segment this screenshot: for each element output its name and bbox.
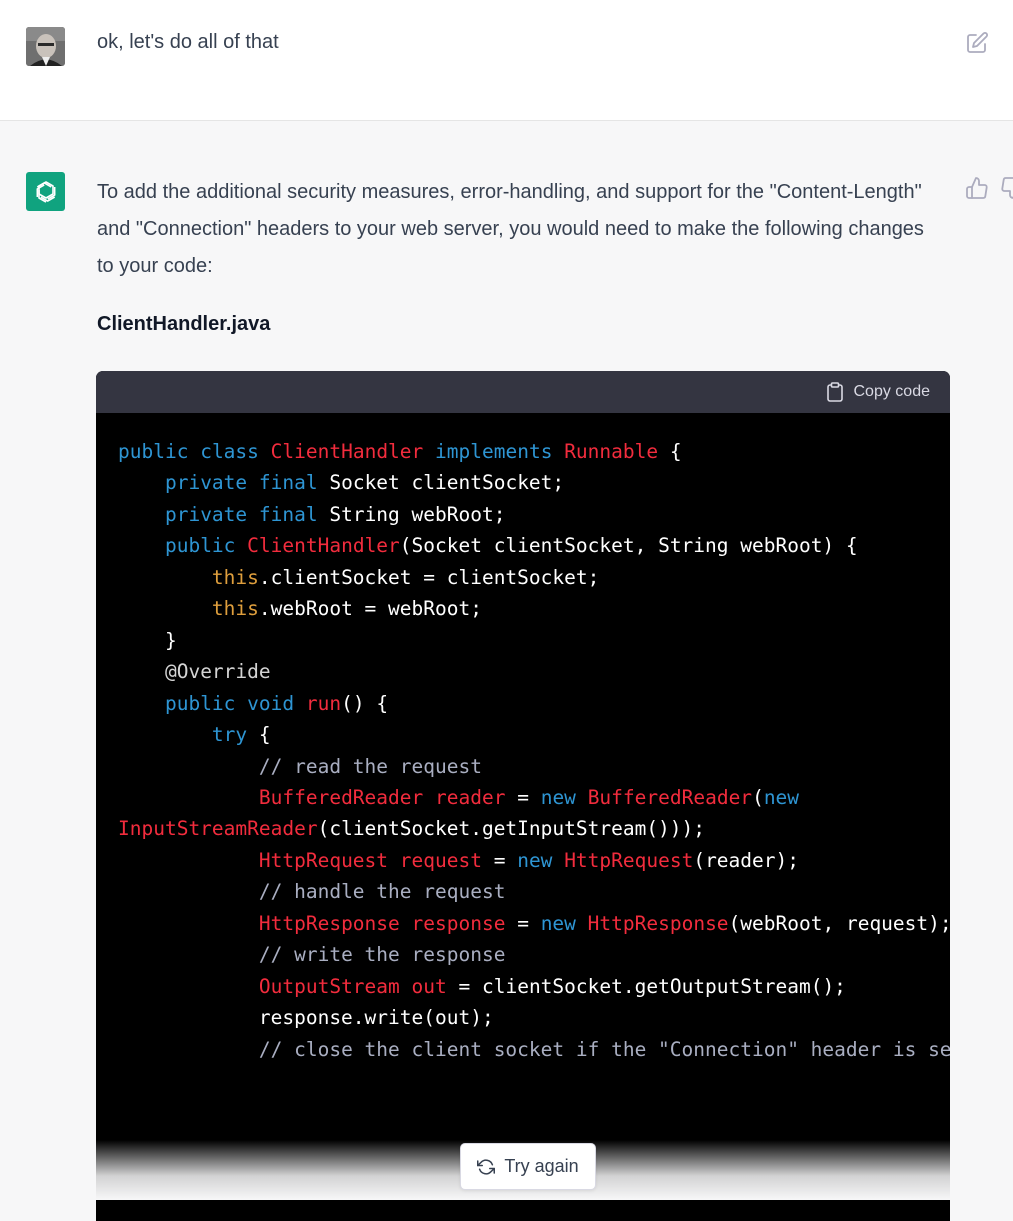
code-line: private final Socket clientSocket; xyxy=(164,471,565,495)
code-line: OutputStream out = clientSocket.getOutpu… xyxy=(258,974,846,998)
edit-icon[interactable] xyxy=(965,31,989,55)
code-line: // read the request xyxy=(258,754,482,778)
code-line: try { xyxy=(211,723,271,747)
copy-code-button[interactable]: Copy code xyxy=(826,382,931,402)
code-line: InputStreamReader(clientSocket.getInputS… xyxy=(118,817,706,841)
code-content: public class ClientHandler implements Ru… xyxy=(96,413,950,1065)
code-line: // handle the request xyxy=(258,880,506,904)
user-message-row: ok, let's do all of that xyxy=(0,0,1013,121)
clipboard-icon xyxy=(826,382,843,402)
code-line: public ClientHandler(Socket clientSocket… xyxy=(164,534,858,558)
code-line: this.webRoot = webRoot; xyxy=(211,597,482,621)
code-line: @Override xyxy=(164,660,271,684)
thumbs-up-icon[interactable] xyxy=(965,176,989,200)
code-line: response.write(out); xyxy=(118,1006,494,1030)
refresh-icon xyxy=(477,1158,496,1175)
user-message-text: ok, let's do all of that xyxy=(97,31,279,53)
code-block-header: Copy code xyxy=(96,371,950,413)
code-line: public class ClientHandler implements Ru… xyxy=(118,440,682,463)
try-again-button[interactable]: Try again xyxy=(460,1143,596,1190)
code-line: this.clientSocket = clientSocket; xyxy=(211,565,600,589)
file-title: ClientHandler.java xyxy=(97,313,271,335)
assistant-answer-text: To add the additional security measures,… xyxy=(97,181,924,277)
code-line: // write the response xyxy=(258,943,506,967)
code-line: BufferedReader reader = new BufferedRead… xyxy=(258,785,800,809)
code-block: Copy code public class ClientHandler imp… xyxy=(96,371,950,1221)
user-photo-icon xyxy=(26,27,65,66)
code-line: HttpRequest request = new HttpRequest(re… xyxy=(258,848,799,872)
code-line: HttpResponse response = new HttpResponse… xyxy=(258,911,950,935)
code-line: } xyxy=(118,628,177,652)
thumbs-down-icon[interactable] xyxy=(1000,176,1013,200)
assistant-message-row: To add the additional security measures,… xyxy=(0,121,1013,1221)
openai-logo-icon xyxy=(26,172,65,211)
code-line: // close the client socket if the "Conne… xyxy=(258,1037,950,1061)
code-line: private final String webRoot; xyxy=(164,502,506,526)
code-line: public void run() { xyxy=(164,691,389,715)
user-avatar xyxy=(26,27,65,66)
copy-code-label: Copy code xyxy=(853,383,931,400)
try-again-label: Try again xyxy=(504,1156,579,1176)
